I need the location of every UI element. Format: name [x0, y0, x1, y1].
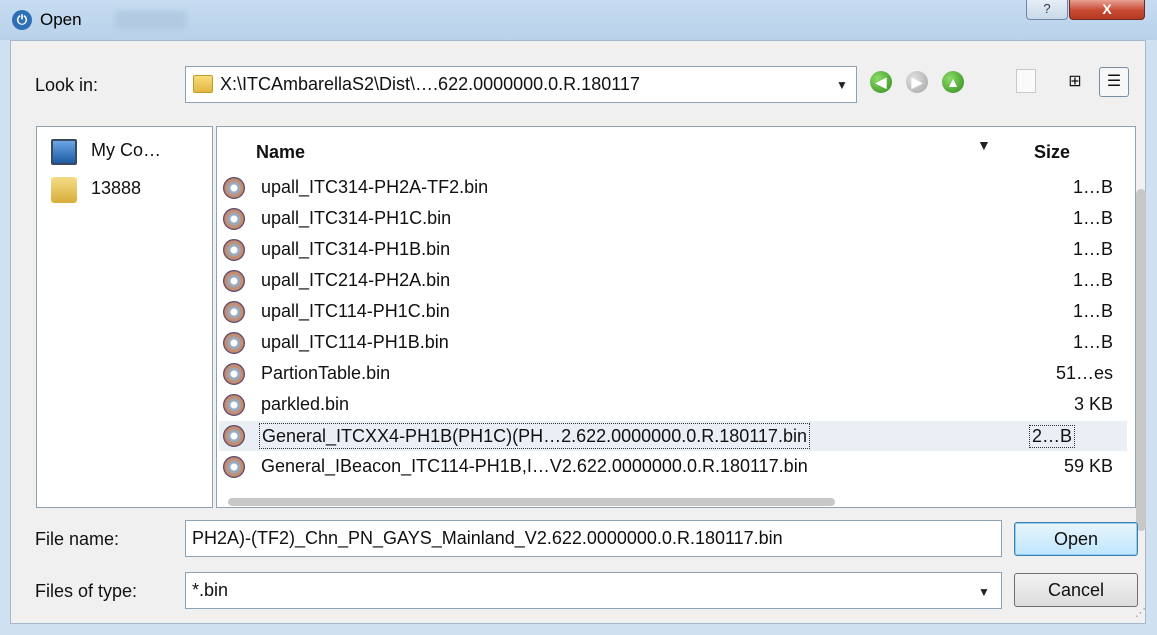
- file-row[interactable]: upall_ITC314-PH1C.bin 1…B: [219, 204, 1127, 234]
- file-row[interactable]: parkled.bin 3 KB: [219, 390, 1127, 420]
- file-row[interactable]: upall_ITC214-PH2A.bin 1…B: [219, 266, 1127, 296]
- bin-file-icon: [223, 177, 245, 199]
- horizontal-scrollbar[interactable]: [228, 498, 835, 506]
- user-folder-icon: [51, 177, 77, 203]
- up-folder-icon[interactable]: ▲: [942, 71, 964, 93]
- new-folder-icon[interactable]: [1016, 69, 1036, 93]
- details-view-icon[interactable]: ☰: [1099, 67, 1129, 97]
- bin-file-icon: [223, 363, 245, 385]
- file-name: upall_ITC314-PH1C.bin: [261, 208, 452, 228]
- filetype-label: Files of type:: [35, 581, 138, 601]
- filename-value: PH2A)-(TF2)_Chn_PN_GAYS_Mainland_V2.622.…: [192, 528, 783, 548]
- column-header-name[interactable]: Name: [256, 142, 305, 163]
- dialog-body: Look in: X:\ITCAmbarellaS2\Dist\….622.00…: [10, 40, 1146, 624]
- file-name: parkled.bin: [261, 394, 350, 414]
- bin-file-icon: [223, 456, 245, 478]
- folder-icon: [193, 75, 213, 93]
- file-name: upall_ITC314-PH2A-TF2.bin: [261, 177, 489, 197]
- place-item-my-computer[interactable]: My Co…: [51, 137, 211, 167]
- bin-file-icon: [223, 208, 245, 230]
- file-size: 1…B: [1072, 301, 1113, 321]
- bin-file-icon: [223, 332, 245, 354]
- forward-arrow-icon[interactable]: ▶: [906, 71, 928, 93]
- column-header-size[interactable]: Size: [1034, 142, 1070, 163]
- filetype-select[interactable]: *.bin ▼: [185, 572, 1002, 609]
- places-sidebar: My Co… 13888: [36, 126, 213, 508]
- lookin-label: Look in:: [35, 75, 99, 95]
- filetype-value: *.bin: [192, 580, 229, 600]
- resize-grip-icon[interactable]: ⋰: [1135, 606, 1146, 619]
- app-icon: ⏻: [12, 10, 32, 30]
- file-size: 2…B: [1029, 425, 1076, 448]
- chevron-down-icon: ▼: [836, 78, 848, 92]
- file-size: 3 KB: [1073, 394, 1113, 414]
- file-size: 1…B: [1072, 208, 1113, 228]
- file-name: upall_ITC214-PH2A.bin: [261, 270, 451, 290]
- cancel-button[interactable]: Cancel: [1014, 573, 1138, 607]
- file-name: General_IBeacon_ITC114-PH1B,I…V2.622.000…: [261, 456, 808, 476]
- place-label: 13888: [91, 178, 142, 198]
- window-title: Open: [40, 10, 82, 29]
- bin-file-icon: [223, 301, 245, 323]
- file-name: PartionTable.bin: [261, 363, 391, 383]
- back-arrow-icon[interactable]: ◀: [870, 71, 892, 93]
- file-row[interactable]: upall_ITC114-PH1C.bin 1…B: [219, 297, 1127, 327]
- title-redacted: [115, 11, 187, 29]
- lookin-path: X:\ITCAmbarellaS2\Dist\….622.0000000.0.R…: [220, 74, 640, 94]
- file-row[interactable]: upall_ITC314-PH1B.bin 1…B: [219, 235, 1127, 265]
- sort-down-icon: ▼: [977, 137, 991, 153]
- file-name: upall_ITC114-PH1C.bin: [261, 301, 450, 321]
- file-size: 1…B: [1072, 270, 1113, 290]
- bin-file-icon: [223, 425, 245, 447]
- vertical-scrollbar[interactable]: [1136, 189, 1146, 531]
- file-row[interactable]: General_IBeacon_ITC114-PH1B,I…V2.622.000…: [219, 452, 1127, 482]
- bin-file-icon: [223, 239, 245, 261]
- close-button[interactable]: X: [1069, 0, 1145, 20]
- place-label: My Co…: [91, 140, 162, 160]
- file-name: General_ITCXX4-PH1B(PH1C)(PH…2.622.00000…: [259, 423, 810, 449]
- file-name: upall_ITC114-PH1B.bin: [261, 332, 449, 352]
- file-row[interactable]: upall_ITC114-PH1B.bin 1…B: [219, 328, 1127, 358]
- bin-file-icon: [223, 394, 245, 416]
- file-size: 1…B: [1072, 332, 1113, 352]
- filename-input[interactable]: PH2A)-(TF2)_Chn_PN_GAYS_Mainland_V2.622.…: [185, 520, 1002, 557]
- file-list[interactable]: Name ▼ Size upall_ITC314-PH2A-TF2.bin 1……: [216, 126, 1136, 508]
- open-button[interactable]: Open: [1014, 522, 1138, 556]
- file-row[interactable]: PartionTable.bin 51…es: [219, 359, 1127, 389]
- filename-label: File name:: [35, 529, 120, 549]
- place-item-user[interactable]: 13888: [51, 175, 211, 205]
- lookin-combo[interactable]: X:\ITCAmbarellaS2\Dist\….622.0000000.0.R…: [185, 66, 857, 103]
- file-row-selected[interactable]: General_ITCXX4-PH1B(PH1C)(PH…2.622.00000…: [219, 421, 1127, 451]
- file-size: 1…B: [1072, 239, 1113, 259]
- chevron-down-icon: ▼: [978, 585, 990, 599]
- title-bar[interactable]: ⏻ Open ? X: [0, 0, 1157, 40]
- file-size: 51…es: [1055, 363, 1113, 383]
- file-name: upall_ITC314-PH1B.bin: [261, 239, 451, 259]
- computer-icon: [51, 139, 77, 165]
- file-size: 1…B: [1072, 177, 1113, 197]
- file-row[interactable]: upall_ITC314-PH2A-TF2.bin 1…B: [219, 173, 1127, 203]
- bin-file-icon: [223, 270, 245, 292]
- file-size: 59 KB: [1063, 456, 1113, 476]
- list-view-icon[interactable]: ⊞: [1060, 67, 1090, 97]
- help-button[interactable]: ?: [1026, 0, 1068, 20]
